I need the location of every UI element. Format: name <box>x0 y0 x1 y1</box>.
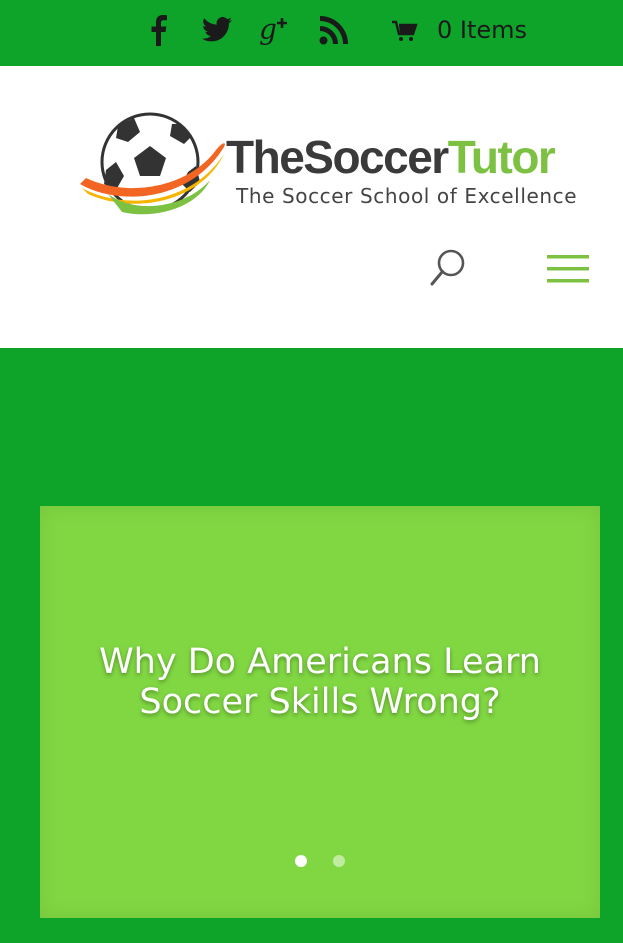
google-plus-icon[interactable]: g <box>258 12 292 48</box>
brand-name-part1: TheSoccer <box>226 131 449 183</box>
soccer-ball-logo-icon <box>80 112 225 215</box>
slider-dot-1[interactable] <box>295 855 308 867</box>
slider-pagination <box>40 852 600 871</box>
hero-slide[interactable]: Why Do Americans Learn Soccer Skills Wro… <box>40 506 600 918</box>
site-header: TheSoccerTutor The Soccer School of Exce… <box>0 66 623 348</box>
rss-icon[interactable] <box>318 12 350 48</box>
brand-name: TheSoccerTutor <box>226 130 556 184</box>
top-bar: g 0 Items <box>0 0 623 66</box>
brand-tagline: The Soccer School of Excellence <box>236 184 578 208</box>
hero-section: Why Do Americans Learn Soccer Skills Wro… <box>0 348 623 943</box>
brand-name-part2: Tutor <box>447 131 556 183</box>
search-icon[interactable] <box>428 248 468 288</box>
cart-icon[interactable] <box>392 14 418 50</box>
site-logo[interactable]: TheSoccerTutor The Soccer School of Exce… <box>78 110 598 220</box>
svg-text:g: g <box>259 15 277 45</box>
hamburger-menu-icon[interactable] <box>547 252 589 286</box>
twitter-icon[interactable] <box>200 12 234 48</box>
facebook-icon[interactable] <box>146 12 170 48</box>
cart-items-link[interactable]: 0 Items <box>437 16 527 44</box>
slide-title[interactable]: Why Do Americans Learn Soccer Skills Wro… <box>40 642 600 722</box>
slider-dot-2[interactable] <box>332 855 345 867</box>
